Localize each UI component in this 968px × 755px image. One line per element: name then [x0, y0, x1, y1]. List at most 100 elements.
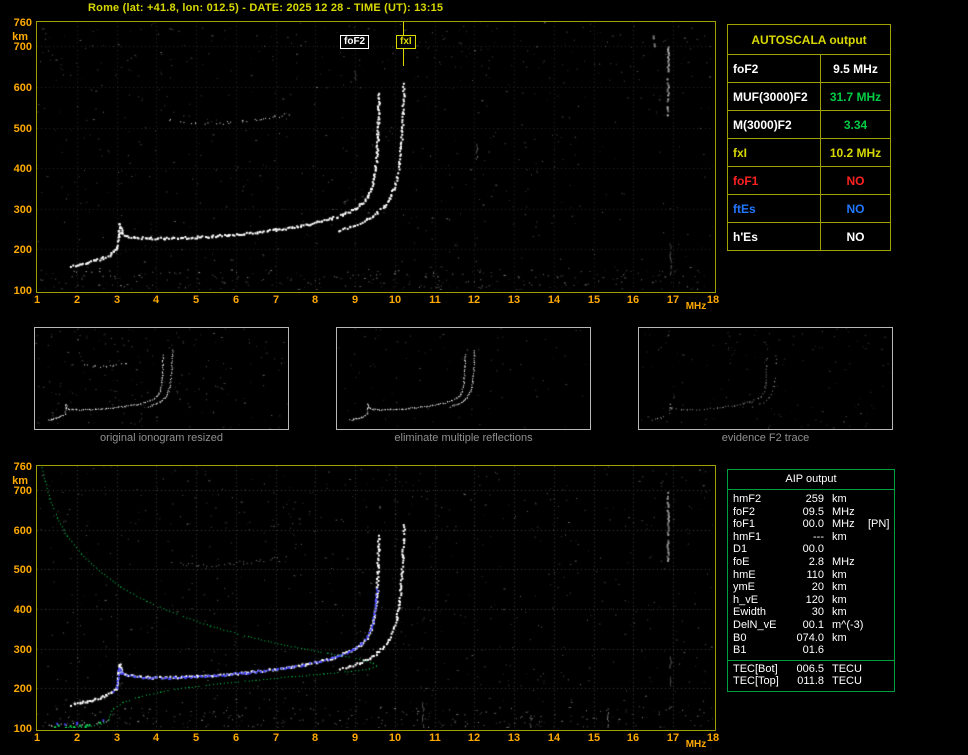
aip-row-v: 00.1 [790, 619, 824, 632]
y-tick-label: 760 [2, 461, 32, 473]
x-tick-label: 12 [464, 732, 484, 744]
aip-table-row: foF209.5MHz [728, 506, 894, 519]
x-tick-label: 5 [186, 732, 206, 744]
x-tick-label: 11 [425, 732, 445, 744]
autoscala-table-row: M(3000)F23.34 [728, 111, 891, 139]
autoscala-table-title: AUTOSCALA output [728, 25, 891, 55]
x-tick-label: 4 [146, 294, 166, 306]
x-tick-label: 3 [107, 732, 127, 744]
aip-row-v: 09.5 [790, 506, 824, 519]
aip-row-u: km [824, 531, 866, 544]
aip-row-e [866, 543, 894, 556]
aip-row-n: D1 [728, 543, 790, 556]
autoscala-row-value: NO [821, 167, 891, 195]
aip-row-e [866, 644, 894, 657]
aip-row-n: TEC[Top] [728, 675, 790, 688]
autoscala-row-value: 3.34 [821, 111, 891, 139]
aip-row-u: km [824, 632, 866, 645]
x-tick-label: 7 [266, 294, 286, 306]
autoscala-table-row: fxI10.2 MHz [728, 139, 891, 167]
thumbnail-f2-evidence [638, 327, 893, 430]
x-tick-label: 9 [345, 294, 365, 306]
aip-table-row: D100.0 [728, 543, 894, 556]
aip-table-rows: hmF2259kmfoF209.5MHzfoF100.0MHz[PN]hmF1-… [728, 490, 894, 657]
autoscala-output-table: AUTOSCALA output foF29.5 MHzMUF(3000)F23… [727, 24, 891, 251]
x-tick-label: 5 [186, 294, 206, 306]
aip-row-u: km [824, 493, 866, 506]
x-tick-label: 13 [504, 294, 524, 306]
thumbnail-f2-evidence-canvas [639, 328, 892, 429]
x-tick-label: 9 [345, 732, 365, 744]
autoscala-table-row: ftEsNO [728, 195, 891, 223]
aip-table-row: hmF2259km [728, 493, 894, 506]
x-tick-label: 15 [584, 294, 604, 306]
y-tick-label: 500 [2, 564, 32, 576]
aip-row-n: ymE [728, 581, 790, 594]
aip-row-n: DelN_vE [728, 619, 790, 632]
thumbnail-original-canvas [35, 328, 288, 429]
aip-row-n: foE [728, 556, 790, 569]
x-tick-label: 15 [584, 732, 604, 744]
foF2-marker-label: foF2 [340, 35, 369, 49]
x-tick-label: 8 [305, 732, 325, 744]
top-ionogram-canvas [37, 22, 713, 290]
x-axis-unit-label: MHz [681, 301, 711, 313]
aip-table-row: h_vE120km [728, 594, 894, 607]
aip-row-v: 011.8 [790, 675, 824, 688]
x-tick-label: 4 [146, 732, 166, 744]
y-tick-label: 600 [2, 82, 32, 94]
x-tick-label: 14 [544, 294, 564, 306]
aip-table-row: Ewidth30km [728, 606, 894, 619]
bottom-ionogram-canvas [37, 466, 713, 728]
x-tick-label: 3 [107, 294, 127, 306]
aip-row-v: 074.0 [790, 632, 824, 645]
x-tick-label: 16 [623, 294, 643, 306]
aip-row-n: hmF2 [728, 493, 790, 506]
autoscala-row-value: 9.5 MHz [821, 55, 891, 83]
x-tick-label: 14 [544, 732, 564, 744]
autoscala-row-label: fxI [728, 139, 821, 167]
x-tick-label: 11 [425, 294, 445, 306]
autoscala-row-label: foF2 [728, 55, 821, 83]
x-tick-label: 1 [27, 294, 47, 306]
aip-row-u: MHz [824, 518, 866, 531]
aip-row-e [866, 675, 894, 688]
aip-row-e [866, 531, 894, 544]
autoscala-table-row: h'EsNO [728, 223, 891, 251]
y-tick-label: 300 [2, 644, 32, 656]
aip-row-e [866, 632, 894, 645]
aip-table-row: hmF1---km [728, 531, 894, 544]
autoscala-row-value: 31.7 MHz [821, 83, 891, 111]
autoscala-row-label: M(3000)F2 [728, 111, 821, 139]
aip-row-u: km [824, 581, 866, 594]
top-ionogram-plot: foF2 fxI [36, 21, 716, 293]
aip-row-n: h_vE [728, 594, 790, 607]
aip-row-u: MHz [824, 506, 866, 519]
aip-row-u: TECU [824, 675, 866, 688]
x-tick-label: 8 [305, 294, 325, 306]
aip-row-u [824, 543, 866, 556]
aip-row-u: m^(-3) [824, 619, 866, 632]
y-tick-label: 200 [2, 244, 32, 256]
autoscala-table-row: MUF(3000)F231.7 MHz [728, 83, 891, 111]
y-tick-label: 200 [2, 683, 32, 695]
autoscala-row-label: h'Es [728, 223, 821, 251]
x-tick-label: 10 [385, 732, 405, 744]
x-tick-label: 2 [67, 732, 87, 744]
x-tick-label: 6 [226, 732, 246, 744]
thumbnail-caption-original: original ionogram resized [34, 432, 289, 444]
autoscala-row-label: foF1 [728, 167, 821, 195]
aip-row-e [866, 663, 894, 676]
aip-row-v: 006.5 [790, 663, 824, 676]
aip-row-n: foF2 [728, 506, 790, 519]
aip-row-e [866, 594, 894, 607]
aip-table-row: TEC[Bot]006.5TECU [728, 663, 894, 676]
page-title: Rome (lat: +41.8, lon: 012.5) - DATE: 20… [88, 2, 443, 14]
aip-row-e [866, 619, 894, 632]
autoscala-row-label: ftEs [728, 195, 821, 223]
aip-row-n: Ewidth [728, 606, 790, 619]
aip-row-n: B0 [728, 632, 790, 645]
autoscala-row-value: NO [821, 195, 891, 223]
aip-row-n: hmE [728, 569, 790, 582]
aip-row-v: 259 [790, 493, 824, 506]
